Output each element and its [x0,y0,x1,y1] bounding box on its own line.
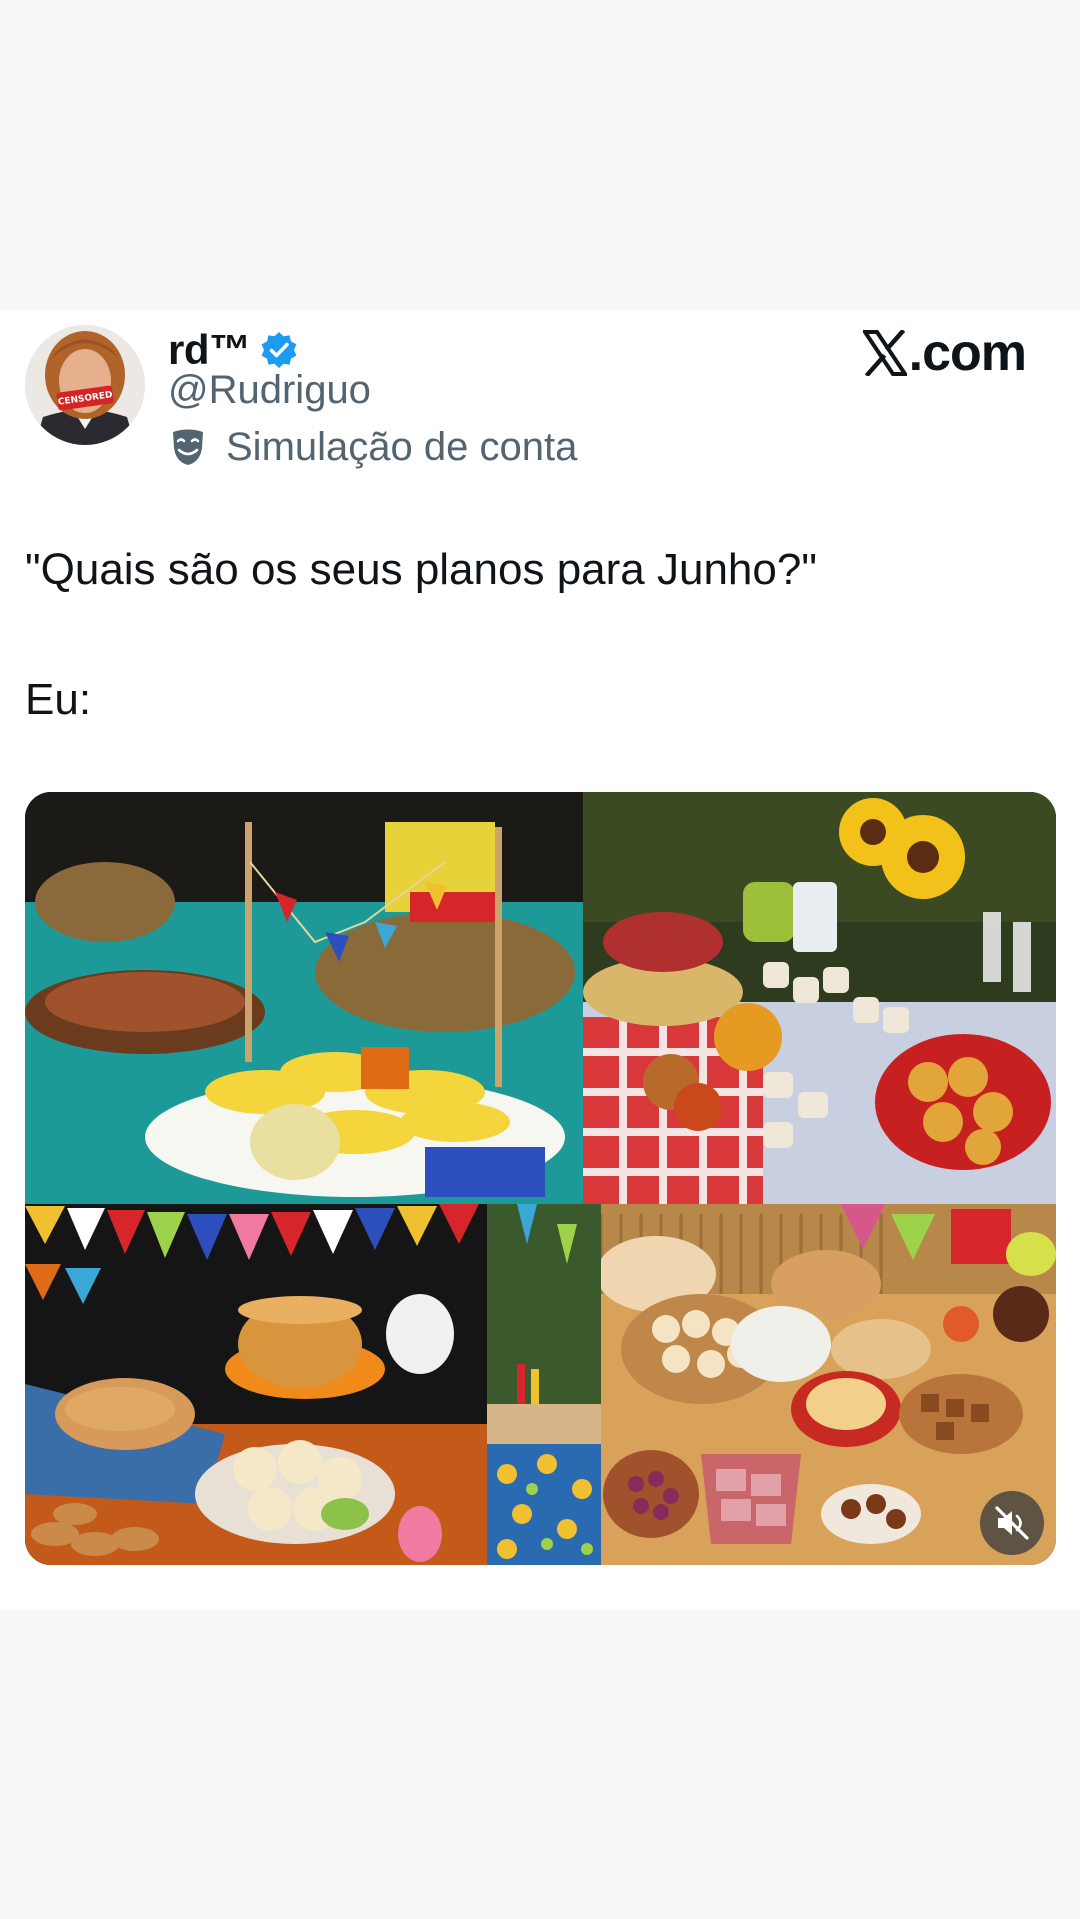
parody-label: Simulação de conta [226,424,578,469]
handle[interactable]: @Rudriguo [168,368,371,413]
bunting-strip-photo [487,1204,601,1565]
sunflower-table-photo [583,792,1056,1204]
post-text-line-2: Eu: [25,675,92,724]
post-card: CENSORED rd™ @Rudriguo Simulação de cont… [0,310,1080,1610]
theater-mask-icon [173,429,203,465]
verified-badge-icon [261,332,296,368]
brand-domain: .com [908,324,1027,382]
post-text-line-1: "Quais são os seus planos para Junho?" [25,545,817,594]
brand-logo: .com [862,318,1027,388]
corn-table-photo [25,792,583,1204]
cakes-bunting-photo [25,1204,487,1565]
mute-button[interactable] [980,1491,1044,1555]
display-name[interactable]: rd™ [168,326,251,374]
avatar[interactable]: CENSORED [25,325,145,445]
parody-label-row: Simulação de conta [170,422,577,472]
x-logo-icon [862,330,907,376]
avatar-image: CENSORED [25,325,145,445]
media-collage[interactable] [25,792,1056,1565]
speaker-muted-icon [995,1506,1029,1540]
